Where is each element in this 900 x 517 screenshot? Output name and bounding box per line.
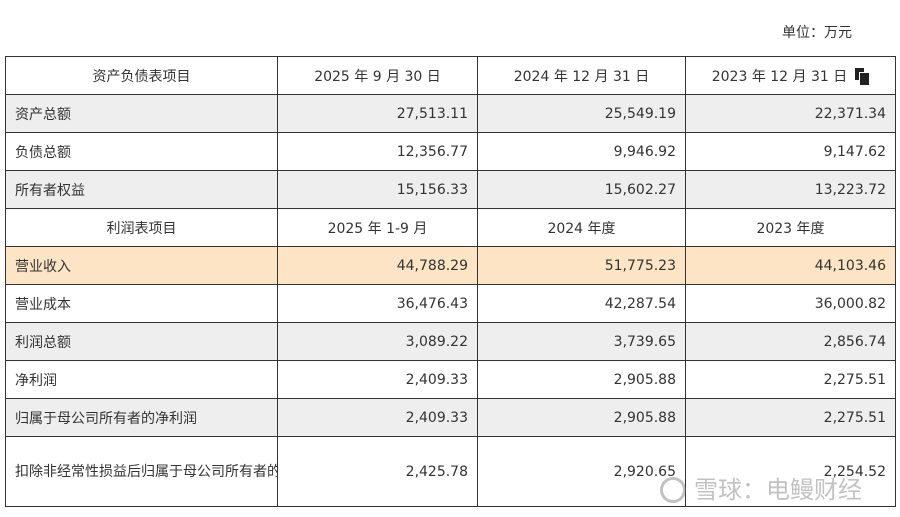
row-value: 2,275.51 xyxy=(685,398,896,437)
row-label: 利润总额 xyxy=(5,322,278,361)
row-label: 净利润 xyxy=(5,360,278,399)
table-row: 利润总额 3,089.22 3,739.65 2,856.74 xyxy=(5,322,896,361)
row-value: 15,602.27 xyxy=(477,170,686,209)
snowball-logo-icon xyxy=(660,477,686,503)
income-header-item: 利润表项目 xyxy=(5,208,278,247)
income-header-row: 利润表项目 2025 年 1-9 月 2024 年度 2023 年度 xyxy=(5,208,896,247)
table-row: 负债总额 12,356.77 9,946.92 9,147.62 xyxy=(5,132,896,171)
balance-header-col2: 2024 年 12 月 31 日 xyxy=(477,56,686,95)
table-row: 营业收入 44,788.29 51,775.23 44,103.46 xyxy=(5,246,896,285)
row-value: 2,905.88 xyxy=(477,360,686,399)
table-row: 净利润 2,409.33 2,905.88 2,275.51 xyxy=(5,360,896,399)
row-value: 2,425.78 xyxy=(277,436,478,507)
balance-header-col3: 2023 年 12 月 31 日 xyxy=(685,56,896,95)
row-value: 13,223.72 xyxy=(685,170,896,209)
watermark-text: 雪球：电鳗财经 xyxy=(694,476,862,504)
balance-header-col3-text: 2023 年 12 月 31 日 xyxy=(711,68,848,85)
watermark: 雪球：电鳗财经 xyxy=(660,470,862,505)
page: 单位：万元 资产负债表项目 2025 年 9 月 30 日 2024 年 12 … xyxy=(0,0,900,517)
row-value: 36,000.82 xyxy=(685,284,896,323)
balance-header-row: 资产负债表项目 2025 年 9 月 30 日 2024 年 12 月 31 日… xyxy=(5,56,896,95)
balance-header-item: 资产负债表项目 xyxy=(5,56,278,95)
copy-icon[interactable] xyxy=(855,67,870,85)
row-value: 2,856.74 xyxy=(685,322,896,361)
unit-label: 单位：万元 xyxy=(782,25,852,41)
income-header-col1: 2025 年 1-9 月 xyxy=(277,208,478,247)
row-label: 所有者权益 xyxy=(5,170,278,209)
row-value: 2,409.33 xyxy=(277,360,478,399)
table-row: 营业成本 36,476.43 42,287.54 36,000.82 xyxy=(5,284,896,323)
income-header-col2: 2024 年度 xyxy=(477,208,686,247)
row-value: 42,287.54 xyxy=(477,284,686,323)
row-value: 12,356.77 xyxy=(277,132,478,171)
row-value: 44,788.29 xyxy=(277,246,478,285)
row-label: 扣除非经常性损益后归属于母公司所有者的净利润 xyxy=(5,436,278,507)
income-header-col3: 2023 年度 xyxy=(685,208,896,247)
row-value: 27,513.11 xyxy=(277,94,478,133)
row-value: 36,476.43 xyxy=(277,284,478,323)
row-label: 营业收入 xyxy=(5,246,278,285)
row-value: 2,409.33 xyxy=(277,398,478,437)
row-value: 9,147.62 xyxy=(685,132,896,171)
row-label: 负债总额 xyxy=(5,132,278,171)
row-label: 营业成本 xyxy=(5,284,278,323)
row-value: 2,920.65 xyxy=(477,436,686,507)
row-value: 15,156.33 xyxy=(277,170,478,209)
balance-header-col1: 2025 年 9 月 30 日 xyxy=(277,56,478,95)
row-value: 2,275.51 xyxy=(685,360,896,399)
row-label: 资产总额 xyxy=(5,94,278,133)
row-label: 归属于母公司所有者的净利润 xyxy=(5,398,278,437)
table-row: 归属于母公司所有者的净利润 2,409.33 2,905.88 2,275.51 xyxy=(5,398,896,437)
row-value: 22,371.34 xyxy=(685,94,896,133)
financial-table: 资产负债表项目 2025 年 9 月 30 日 2024 年 12 月 31 日… xyxy=(5,56,896,507)
row-value: 3,089.22 xyxy=(277,322,478,361)
row-value: 44,103.46 xyxy=(685,246,896,285)
row-value: 2,905.88 xyxy=(477,398,686,437)
row-value: 51,775.23 xyxy=(477,246,686,285)
table-row: 资产总额 27,513.11 25,549.19 22,371.34 xyxy=(5,94,896,133)
row-value: 9,946.92 xyxy=(477,132,686,171)
row-value: 3,739.65 xyxy=(477,322,686,361)
row-value: 25,549.19 xyxy=(477,94,686,133)
table-row: 所有者权益 15,156.33 15,602.27 13,223.72 xyxy=(5,170,896,209)
